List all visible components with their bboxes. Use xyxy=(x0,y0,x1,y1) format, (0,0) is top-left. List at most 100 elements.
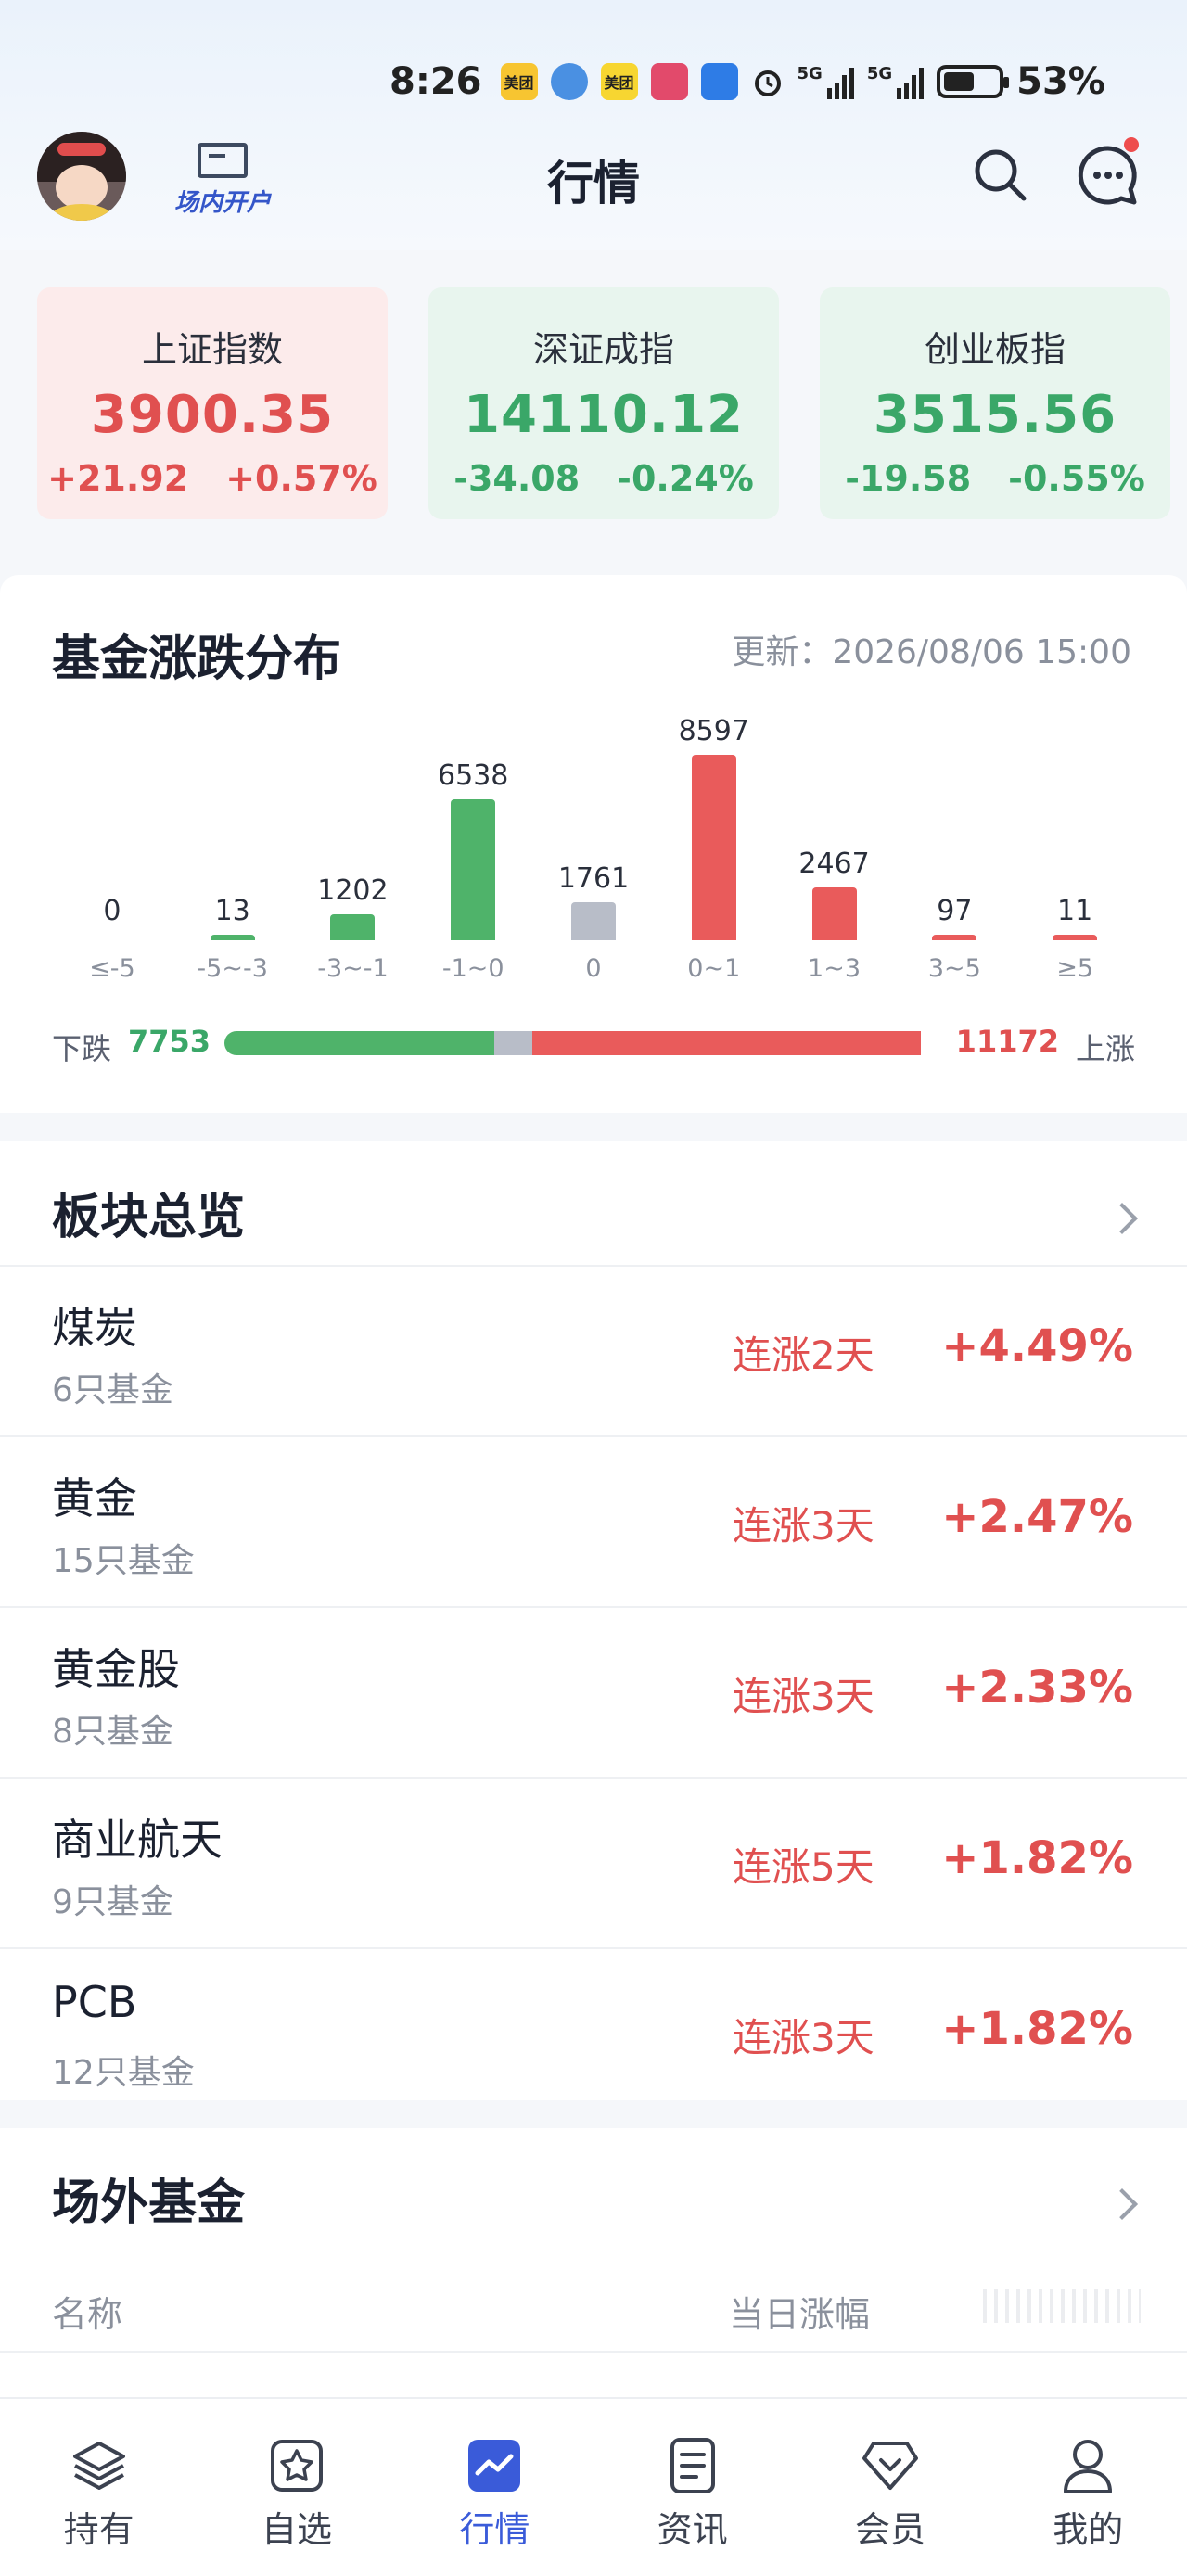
sector-fund-count: 8只基金 xyxy=(52,1713,173,1751)
bar-range-label: -5~-3 xyxy=(197,954,268,983)
sector-fund-count: 12只基金 xyxy=(52,2054,195,2092)
index-card-shenzhen[interactable]: 深证成指 14110.12 -34.08 -0.24% xyxy=(428,287,779,519)
bar-value-label: 1761 xyxy=(557,862,630,896)
status-bar: 8:26 美团 美团 5G 5G 53% xyxy=(389,54,1150,109)
tab-profile[interactable]: 我的 xyxy=(989,2399,1187,2576)
tab-membership[interactable]: 会员 xyxy=(791,2399,989,2576)
chart-icon xyxy=(468,2440,521,2492)
bar-mark xyxy=(90,935,134,940)
message-icon[interactable] xyxy=(1076,143,1141,208)
chevron-right-icon[interactable] xyxy=(1106,2188,1138,2220)
weather-app-icon xyxy=(550,63,588,100)
bar-value-label: 1202 xyxy=(317,874,389,908)
bar-range-label: 1~3 xyxy=(808,954,862,983)
sector-title[interactable]: 板块总览 xyxy=(52,1178,245,1247)
sector-change: +2.47% xyxy=(941,1491,1133,1543)
column-header-change[interactable]: 当日涨幅 xyxy=(729,2286,870,2337)
index-card-chinext[interactable]: 创业板指 3515.56 -19.58 -0.55% xyxy=(820,287,1170,519)
otc-title[interactable]: 场外基金 xyxy=(52,2163,245,2233)
sector-streak: 连涨3天 xyxy=(733,1503,874,1549)
bar-mark xyxy=(1053,935,1098,940)
down-label: 下跌 xyxy=(52,1031,112,1066)
index-cards: 上证指数 3900.35 +21.92 +0.57% 深证成指 14110.12 … xyxy=(37,287,1172,519)
tab-market[interactable]: 行情 xyxy=(396,2399,594,2576)
search-icon[interactable] xyxy=(970,145,1029,204)
tab-news[interactable]: 资讯 xyxy=(594,2399,791,2576)
tab-watchlist[interactable]: 自选 xyxy=(198,2399,395,2576)
update-timestamp: 更新：2026/08/06 15:00 xyxy=(732,633,1131,671)
bar-range-label: ≥5 xyxy=(1056,954,1094,983)
index-percent: -0.24% xyxy=(617,458,754,499)
sector-row[interactable]: 煤炭 6只基金 连涨2天 +4.49% xyxy=(0,1265,1187,1435)
battery-icon xyxy=(937,65,1010,98)
sector-row[interactable]: 黄金股 8只基金 连涨3天 +2.33% xyxy=(0,1606,1187,1777)
distribution-bar-4[interactable]: 1761 0 xyxy=(547,705,640,983)
ratio-bar xyxy=(224,1031,944,1055)
distribution-bar-7[interactable]: 97 3~5 xyxy=(908,705,1001,983)
distribution-bar-chart[interactable]: 0 ≤-5 13 -5~-3 1202 -3~-1 6538 -1~0 1761 0 8597 0~1… xyxy=(52,705,1135,983)
index-value: 3515.56 xyxy=(873,385,1117,445)
arrow-app-icon xyxy=(700,63,738,100)
index-change: -19.58 xyxy=(845,458,972,499)
bar-mark xyxy=(451,798,496,940)
sector-change: +4.49% xyxy=(941,1320,1133,1372)
up-count: 11172 xyxy=(955,1024,1059,1059)
diamond-icon xyxy=(862,2442,918,2490)
distribution-bar-1[interactable]: 13 -5~-3 xyxy=(186,705,279,983)
bar-range-label: 0 xyxy=(585,954,602,983)
bar-mark xyxy=(811,886,857,940)
sector-name: 黄金 xyxy=(52,1473,137,1524)
ratio-up-segment xyxy=(532,1031,922,1055)
distribution-bar-8[interactable]: 11 ≥5 xyxy=(1028,705,1121,983)
sector-row[interactable]: PCB 12只基金 连涨3天 +1.82% xyxy=(0,1947,1187,2118)
index-percent: -0.55% xyxy=(1008,458,1145,499)
tab-holdings[interactable]: 持有 xyxy=(0,2399,198,2576)
index-value: 3900.35 xyxy=(90,385,335,445)
sector-fund-count: 15只基金 xyxy=(52,1542,195,1580)
index-card-shanghai[interactable]: 上证指数 3900.35 +21.92 +0.57% xyxy=(37,287,388,519)
tab-label: 会员 xyxy=(854,2509,925,2550)
sector-name: 煤炭 xyxy=(52,1303,137,1353)
tab-label: 自选 xyxy=(261,2509,332,2550)
distribution-bar-3[interactable]: 6538 -1~0 xyxy=(427,705,519,983)
ratio-down-segment xyxy=(224,1031,494,1055)
sector-streak: 连涨2天 xyxy=(733,1333,874,1378)
bar-mark xyxy=(330,914,376,940)
sector-overview: 板块总览 煤炭 6只基金 连涨2天 +4.49% 黄金 15只基金 连涨3天 +… xyxy=(0,1141,1187,2100)
sector-streak: 连涨5天 xyxy=(733,1844,874,1890)
distribution-bar-5[interactable]: 8597 0~1 xyxy=(668,705,760,983)
signal-icon: 5G xyxy=(798,64,854,99)
sector-row[interactable]: 商业航天 9只基金 连涨5天 +1.82% xyxy=(0,1777,1187,1947)
bar-value-label: 8597 xyxy=(678,715,749,747)
bar-value-label: 13 xyxy=(214,895,250,927)
ratio-flat-segment xyxy=(493,1031,533,1055)
tab-label: 持有 xyxy=(63,2509,134,2550)
sector-fund-count: 9只基金 xyxy=(52,1883,173,1921)
bar-mark xyxy=(571,902,616,940)
sector-name: PCB xyxy=(52,1977,137,2027)
distribution-bar-0[interactable]: 0 ≤-5 xyxy=(66,705,159,983)
battery-percent: 53% xyxy=(1016,60,1105,103)
top-nav: 场内开户 行情 xyxy=(0,130,1187,232)
distribution-bar-2[interactable]: 1202 -3~-1 xyxy=(306,705,399,983)
index-percent: +0.57% xyxy=(225,458,377,499)
bar-range-label: ≤-5 xyxy=(89,954,135,983)
sector-streak: 连涨3天 xyxy=(733,1674,874,1719)
down-count: 7753 xyxy=(128,1024,211,1059)
bar-mark xyxy=(210,935,255,940)
distribution-bar-6[interactable]: 2467 1~3 xyxy=(788,705,881,983)
bar-mark xyxy=(932,935,977,940)
fund-distribution-panel: 基金涨跌分布 更新：2026/08/06 15:00 0 ≤-5 13 -5~-3 12… xyxy=(0,575,1187,1113)
meituan-app-icon-2: 美团 xyxy=(600,63,638,100)
bar-range-label: -3~-1 xyxy=(317,954,389,983)
bar-range-label: 3~5 xyxy=(927,954,981,983)
meituan-app-icon: 美团 xyxy=(500,63,538,100)
otc-funds-panel: 场外基金 名称 当日涨幅 xyxy=(0,2128,1187,2397)
bar-value-label: 97 xyxy=(937,895,973,927)
star-icon xyxy=(270,2440,323,2492)
chevron-right-icon[interactable] xyxy=(1106,1203,1138,1234)
sector-change: +2.33% xyxy=(941,1662,1133,1714)
divider xyxy=(0,2351,1187,2353)
index-name: 上证指数 xyxy=(141,329,283,370)
sector-row[interactable]: 黄金 15只基金 连涨3天 +2.47% xyxy=(0,1435,1187,1606)
